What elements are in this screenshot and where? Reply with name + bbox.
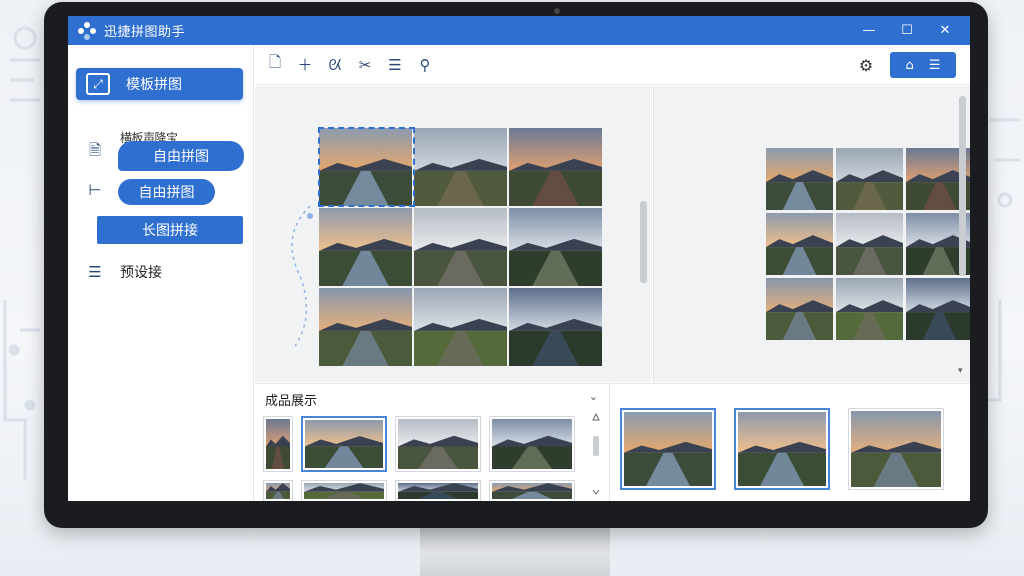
lock-icon: ⌂ (905, 57, 914, 73)
brush-icon[interactable]: ᘡ (321, 51, 349, 79)
sidebar: ⤢ 模板拼图 横板声降宝 🗎 自由拼图 ⊢ 自由拼图 长图拼接 ☰ 预设接 (68, 45, 254, 501)
sidebar-item-preset[interactable]: ☰ 预设接 (84, 261, 162, 283)
title-bar: 迅捷拼图助手 — ☐ ✕ (68, 16, 970, 45)
menu-icon: ☰ (928, 57, 941, 73)
gallery-thumbnail[interactable] (395, 416, 481, 472)
collage-tile[interactable] (509, 128, 602, 206)
gallery-thumbnail[interactable] (263, 480, 293, 501)
window-controls: — ☐ ✕ (850, 16, 964, 45)
preview-scrollbar[interactable] (959, 96, 966, 276)
preview-tile[interactable] (836, 148, 903, 210)
sidebar-item-label: 模板拼图 (126, 77, 182, 93)
monitor-stand (420, 522, 610, 576)
sidebar-item-long-image[interactable]: 长图拼接 (97, 216, 243, 244)
plus-icon[interactable]: ＋ (291, 51, 319, 79)
gallery-panel: 成品展示 ⌄ (255, 383, 608, 501)
collage-tile[interactable] (509, 208, 602, 286)
search-person-icon[interactable]: ⚲ (411, 51, 439, 79)
sidebar-item-free-row[interactable]: ⊢ (84, 179, 106, 201)
gallery-thumbnail[interactable] (263, 416, 293, 472)
sidebar-item-free-collage[interactable]: 自由拼图 (118, 179, 215, 205)
close-button[interactable]: ✕ (926, 16, 964, 45)
app-title: 迅捷拼图助手 (104, 25, 186, 40)
gallery-thumbnail[interactable] (489, 480, 575, 501)
gear-icon[interactable]: ⚙ (852, 52, 880, 78)
gallery-title: 成品展示 (265, 394, 318, 409)
list-icon: ☰ (88, 263, 102, 281)
canvas-scrollbar[interactable] (640, 201, 647, 283)
result-thumbnail[interactable] (620, 408, 716, 490)
collage-tile[interactable] (414, 128, 507, 206)
toolbar-right: ⚙ ⌂ ☰ (852, 52, 956, 78)
export-button[interactable]: ⌂ ☰ (890, 52, 956, 78)
gallery-thumbnail[interactable] (301, 416, 387, 472)
document-icon: 🗎 (88, 140, 102, 159)
list-icon[interactable]: ☰ (381, 51, 409, 79)
collage-tile[interactable] (414, 288, 507, 366)
preview-tile[interactable] (906, 278, 970, 340)
collage-tile[interactable] (414, 208, 507, 286)
preview-tile[interactable] (766, 148, 833, 210)
collage-tile[interactable] (509, 288, 602, 366)
gallery-scrollbar[interactable] (591, 408, 601, 498)
collage-tile[interactable] (319, 128, 412, 206)
preview-tile[interactable] (836, 213, 903, 275)
collage-canvas[interactable] (255, 86, 652, 382)
toolbar: 🗋 ＋ ᘡ ✂ ☰ ⚲ ⚙ ⌂ ☰ (255, 45, 970, 85)
collapse-icon[interactable]: ⌄ (589, 390, 598, 403)
sidebar-item-template[interactable]: ⤢ 模板拼图 (76, 68, 243, 100)
preview-tile[interactable] (766, 213, 833, 275)
scroll-down-icon[interactable]: ▾ (958, 366, 963, 376)
gallery-thumbnail[interactable] (489, 416, 575, 472)
tree-icon: ⊢ (88, 181, 102, 199)
app-logo-icon (78, 21, 96, 40)
preview-panel: ▾ (653, 86, 970, 382)
result-panel (609, 383, 970, 501)
minimize-button[interactable]: — (850, 16, 888, 45)
preview-tile[interactable] (766, 278, 833, 340)
webcam (554, 8, 560, 14)
collage-tile[interactable] (319, 208, 412, 286)
sidebar-item-label: 预设接 (120, 265, 162, 281)
scissors-icon[interactable]: ✂ (351, 51, 379, 79)
result-thumbnail[interactable] (734, 408, 830, 490)
preview-tile[interactable] (836, 278, 903, 340)
gallery-thumbnail[interactable] (395, 480, 481, 501)
tooltip-free-collage[interactable]: 自由拼图 (118, 141, 244, 171)
collage-tile[interactable] (319, 288, 412, 366)
template-icon: ⤢ (86, 73, 110, 95)
maximize-button[interactable]: ☐ (888, 16, 926, 45)
file-add-icon[interactable]: 🗋 (261, 51, 289, 79)
app-window: 迅捷拼图助手 — ☐ ✕ ⤢ 模板拼图 横板声降宝 🗎 自由拼图 ⊢ 自由拼图 … (68, 16, 970, 501)
sidebar-item-free-icon-row[interactable]: 🗎 (84, 141, 106, 163)
gallery-thumbnail[interactable] (301, 480, 387, 501)
result-thumbnail[interactable] (848, 408, 944, 490)
